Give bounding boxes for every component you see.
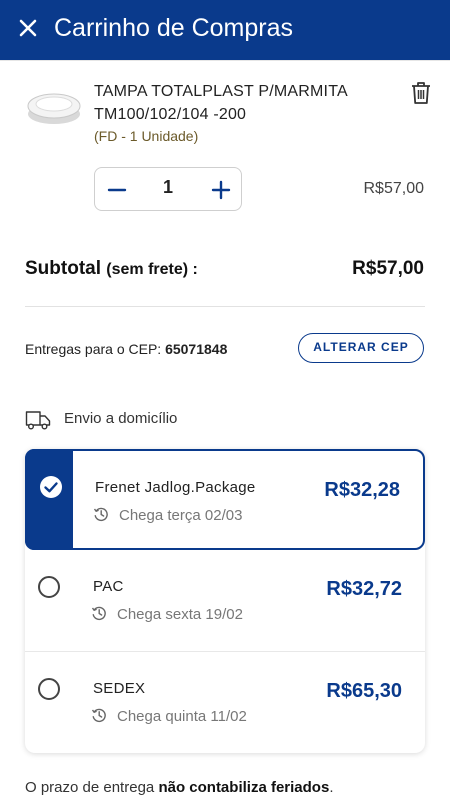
quantity-value[interactable]: 1 [145,177,191,198]
product-price: R$57,00 [363,180,425,197]
history-icon [91,708,106,723]
shipping-option-pac[interactable]: PAC Chega sexta 19/02 R$32,72 [25,550,425,650]
shipping-title: Envio a domicílio [64,410,178,427]
shipping-option-cost: R$32,28 [324,479,400,501]
decrease-button[interactable] [103,176,131,204]
radio-button[interactable] [38,576,60,598]
product-name: TAMPA TOTALPLAST P/MARMITA TM100/102/104… [94,83,347,123]
shipping-option-eta: Chega quinta 11/02 [117,708,247,725]
shipping-option-name: PAC [93,578,124,595]
section-divider [25,306,425,307]
subtotal-value: R$57,00 [352,258,424,279]
delivery-note-text: O prazo de entrega [25,779,155,796]
history-icon [93,507,108,522]
shipping-option-eta: Chega terça 02/03 [119,507,243,524]
shipping-option-eta: Chega sexta 19/02 [117,606,243,623]
page-title: Carrinho de Compras [54,14,293,42]
product-image[interactable] [26,88,82,128]
radio-button[interactable] [38,678,60,700]
shipping-option-name: Frenet Jadlog.Package [95,479,256,496]
subtotal-note: (sem frete) : [106,261,198,278]
subtotal-label: Subtotal (sem frete) : [25,258,198,280]
shipping-option-name: SEDEX [93,680,146,697]
subtotal-title: Subtotal [25,258,101,279]
shipping-options: Frenet Jadlog.Package Chega terça 02/03 … [25,449,425,753]
change-cep-button[interactable]: ALTERAR CEP [298,333,424,363]
trash-icon[interactable] [408,80,434,106]
cep-label: Entregas para o CEP: [25,341,162,357]
truck-icon [25,411,51,430]
selected-indicator [25,449,73,550]
header-divider [0,60,450,61]
app-header: Carrinho de Compras [0,0,450,60]
delivery-note-bold: não contabiliza feriados [158,779,330,796]
cep-info: Entregas para o CEP: 65071848 [25,341,227,357]
history-icon [91,606,106,621]
close-icon[interactable] [14,14,42,42]
shipping-option-cost: R$32,72 [326,578,402,600]
quantity-stepper: 1 [94,167,242,211]
check-circle-icon[interactable] [39,475,63,499]
cep-value: 65071848 [165,341,228,357]
product-unit: (FD - 1 Unidade) [94,128,199,144]
shipping-option-cost: R$65,30 [326,680,402,702]
delivery-note-end: . [329,779,334,796]
delivery-note: O prazo de entrega não contabiliza feria… [25,779,333,796]
shipping-option-frenet[interactable]: Frenet Jadlog.Package Chega terça 02/03 … [25,449,425,550]
increase-button[interactable] [207,176,235,204]
shipping-option-sedex[interactable]: SEDEX Chega quinta 11/02 R$65,30 [25,652,425,752]
